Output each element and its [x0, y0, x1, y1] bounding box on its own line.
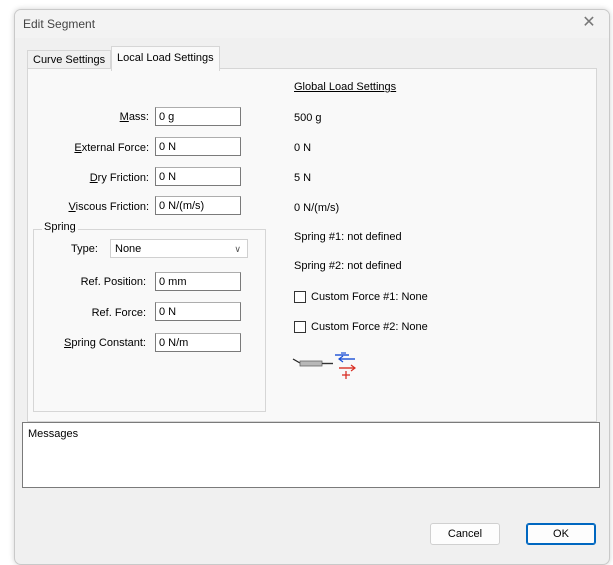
window-title: Edit Segment [23, 17, 96, 31]
global-load-heading: Global Load Settings [294, 81, 397, 93]
global-dry-friction: 5 N [294, 172, 312, 184]
dry-friction-label: Dry Friction: [89, 172, 149, 184]
tab-curve-settings[interactable]: Curve Settings [27, 50, 112, 70]
spring-type-label: Type: [71, 243, 98, 255]
external-force-label: External Force: [74, 142, 149, 154]
global-external-force: 0 N [294, 142, 312, 154]
load-diagram-icon [292, 352, 356, 379]
global-spring2: Spring #2: not defined [294, 260, 402, 272]
spring-type-select[interactable]: None ∨ [110, 239, 248, 258]
chevron-down-icon: ∨ [234, 244, 241, 254]
viscous-friction-input[interactable]: 0 N/(m/s) [155, 196, 241, 215]
mass-label: Mass: [119, 111, 149, 123]
ok-button[interactable]: OK [526, 523, 596, 545]
messages-box[interactable]: Messages [22, 422, 600, 488]
messages-title: Messages [28, 428, 79, 440]
global-viscous-friction: 0 N/(m/s) [294, 202, 340, 214]
ref-position-label: Ref. Position: [80, 276, 146, 288]
dry-friction-input[interactable]: 0 N [155, 167, 241, 186]
custom-force1-checkbox[interactable] [294, 291, 306, 303]
mass-input[interactable]: 0 g [155, 107, 241, 126]
tab-local-load-settings[interactable]: Local Load Settings [111, 46, 220, 71]
ref-position-input[interactable]: 0 mm [155, 272, 241, 291]
global-spring1: Spring #1: not defined [294, 231, 402, 243]
viscous-friction-label: Viscous Friction: [68, 201, 150, 213]
custom-force2-label: Custom Force #2: None [311, 321, 428, 333]
spring-constant-input[interactable]: 0 N/m [155, 333, 241, 352]
spring-group-title: Spring [42, 221, 78, 233]
ref-force-input[interactable]: 0 N [155, 302, 241, 321]
ref-force-label: Ref. Force: [91, 307, 146, 319]
external-force-input[interactable]: 0 N [155, 137, 241, 156]
custom-force2-checkbox[interactable] [294, 321, 306, 333]
custom-force1-label: Custom Force #1: None [311, 291, 428, 303]
spring-constant-label: Spring Constant: [64, 337, 146, 349]
spring-type-value: None [115, 243, 142, 255]
close-icon[interactable]: ✕ [579, 13, 599, 33]
cancel-button[interactable]: Cancel [430, 523, 500, 545]
edit-segment-dialog: Edit Segment ✕ Curve Settings Local Load… [14, 9, 610, 565]
title-bar: Edit Segment ✕ [15, 10, 609, 38]
global-mass: 500 g [294, 112, 322, 124]
